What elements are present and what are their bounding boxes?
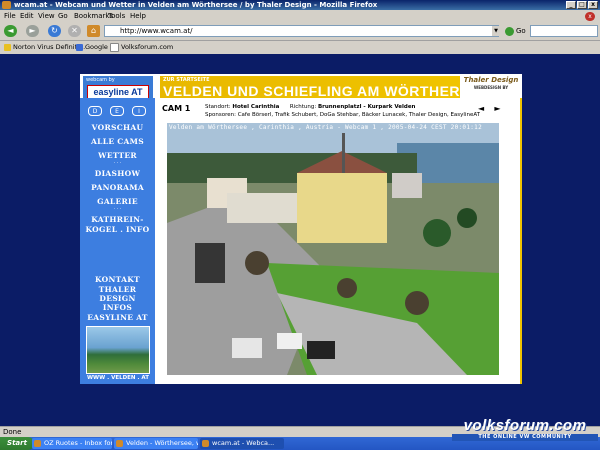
sidebar-item-kathreinkogel-info[interactable]: KOGEL . INFO (80, 225, 155, 234)
sidebar-item-easyline[interactable]: EASYLINE AT (80, 313, 155, 322)
back-icon[interactable]: ◄ (4, 25, 17, 37)
sidebar-item-alle-cams[interactable]: ALLE CAMS (80, 137, 155, 146)
sidebar-separator: · · · (113, 295, 122, 301)
webcam-image[interactable] (167, 123, 499, 375)
sidebar-separator: · · · (113, 206, 122, 212)
norton-icon (4, 43, 11, 51)
google-icon (76, 43, 83, 51)
cam-navigation: ◄ ► (478, 104, 500, 113)
window-close-button[interactable]: x (588, 1, 598, 9)
sidebar-item-wetter[interactable]: WETTER (80, 151, 155, 160)
search-input[interactable] (530, 25, 598, 37)
reload-icon[interactable]: ↻ (48, 25, 61, 37)
velden-link[interactable]: WWW . VELDEN . AT (86, 375, 150, 381)
bookmark-norton[interactable]: Norton Virus Definiti... (4, 41, 85, 53)
app-icon (202, 440, 209, 447)
sidebar-item-kontakt[interactable]: KONTAKT (80, 275, 155, 284)
sidebar-item-panorama[interactable]: PANORAMA (80, 183, 155, 192)
webcam-timestamp-overlay: Velden am Wörthersee , Carinthia , Austr… (169, 124, 482, 131)
cam-title: CAM 1 (162, 104, 191, 113)
home-icon[interactable]: ⌂ (87, 25, 100, 37)
velden-thumbnail-image[interactable] (86, 326, 150, 374)
volksforum-watermark: volksforum.com THE ONLINE VW COMMUNITY (452, 417, 598, 445)
lang-button-e[interactable]: E (110, 106, 124, 116)
webcam-scene (167, 123, 499, 375)
bookmark-google[interactable]: Google (76, 41, 108, 53)
status-text: Done (3, 428, 22, 436)
sidebar-item-vorschau[interactable]: VORSCHAU (80, 123, 155, 132)
url-dropdown-icon[interactable]: ▼ (492, 26, 500, 36)
app-icon (116, 440, 123, 447)
standort-value: Hotel Carinthia (232, 104, 280, 110)
menu-view[interactable]: View (38, 10, 55, 22)
richtung-value: Brunnenplatzl - Kurpark Velden (317, 104, 416, 110)
url-input[interactable]: http://www.wcam.at/ (104, 25, 499, 37)
window-title: wcam.at - Webcam und Wetter in Velden am… (14, 1, 378, 9)
sidebar-item-infos[interactable]: INFOS (80, 303, 155, 312)
app-icon (34, 440, 41, 447)
site-heading: VELDEN UND SCHIEFLING AM WÖRTHERSEE (163, 83, 490, 99)
taskbar-item-wcam[interactable]: wcam.at - Webca... (200, 438, 284, 449)
firefox-icon (2, 1, 11, 9)
start-button[interactable]: Start (0, 437, 34, 450)
menu-tools[interactable]: Tools (108, 10, 125, 22)
title-bar: wcam.at - Webcam und Wetter in Velden am… (0, 0, 600, 10)
minimize-button[interactable]: _ (566, 1, 576, 9)
cam-description: Standort: Hotel Carinthia Richtung: Brun… (205, 104, 481, 118)
go-icon (505, 26, 514, 36)
maximize-button[interactable]: □ (577, 1, 587, 9)
menu-bar: File Edit View Go Bookmarks Tools Help (0, 10, 600, 22)
bookmarks-toolbar: Norton Virus Definiti... Google Volksfor… (0, 41, 600, 53)
taskbar-item-velden[interactable]: Velden - Wörthersee, wa... (114, 438, 198, 449)
sponsoren-value: Cafe Börserl, Trafik Schubert, DoGa Steh… (237, 112, 481, 118)
go-label: Go (516, 27, 526, 35)
lang-button-d[interactable]: D (88, 106, 102, 116)
go-button[interactable]: Go (505, 25, 526, 37)
sidebar-item-diashow[interactable]: DIASHOW (80, 169, 155, 178)
bookmark-volksforum[interactable]: Volksforum.com (110, 41, 173, 53)
menu-go[interactable]: Go (58, 10, 68, 22)
lang-button-i[interactable]: I (132, 106, 146, 116)
sidebar-separator: · · · (113, 160, 122, 166)
menu-help[interactable]: Help (130, 10, 146, 22)
menu-edit[interactable]: Edit (20, 10, 34, 22)
close-tab-icon[interactable]: x (585, 12, 595, 21)
stop-icon[interactable]: ✕ (68, 25, 81, 37)
sidebar-item-galerie[interactable]: GALERIE (80, 197, 155, 206)
sidebar-item-kathreinkogel[interactable]: KATHREIN- (80, 215, 155, 224)
page-icon (110, 42, 119, 52)
prev-cam-icon[interactable]: ◄ (478, 104, 484, 113)
next-cam-icon[interactable]: ► (494, 104, 500, 113)
menu-file[interactable]: File (4, 10, 16, 22)
taskbar-item-inbox[interactable]: OZ Ruotes - Inbox for in... (32, 438, 112, 449)
forward-icon[interactable]: ► (26, 25, 39, 37)
